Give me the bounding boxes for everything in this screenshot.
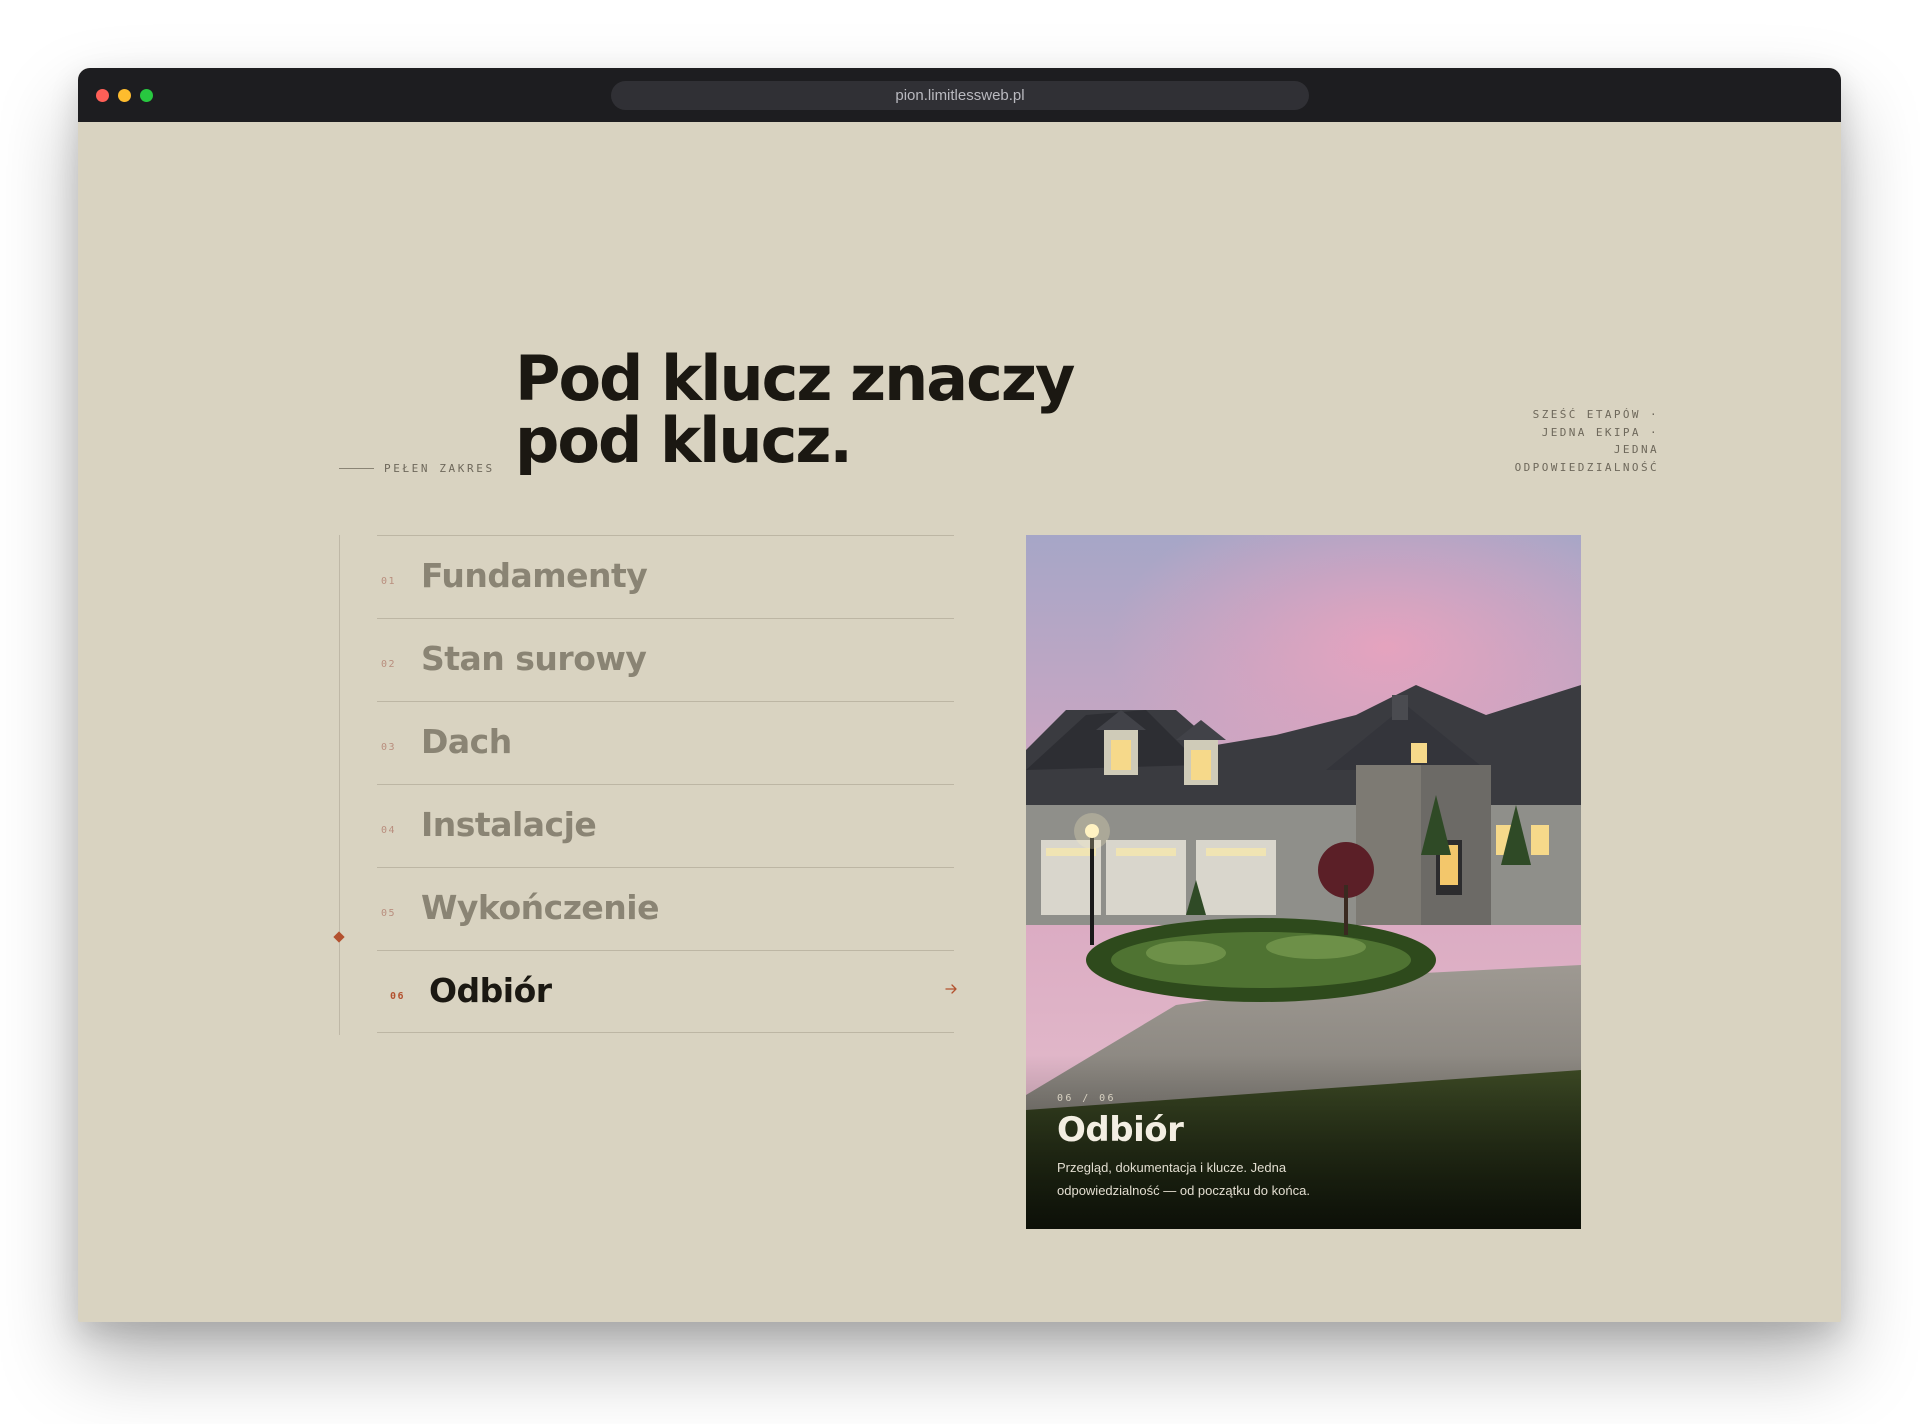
step-number: 06 xyxy=(390,991,406,1002)
tagline-line-2: JEDNA EKIPA · xyxy=(1541,425,1659,439)
browser-window: pion.limitlessweb.pl PEŁEN ZAKRES Pod kl… xyxy=(78,68,1841,1322)
browser-titlebar: pion.limitlessweb.pl xyxy=(78,68,1841,122)
eyebrow-label: PEŁEN ZAKRES xyxy=(384,462,495,475)
step-item-fundamenty[interactable]: 01 Fundamenty xyxy=(377,535,954,618)
eyebrow-rule xyxy=(339,468,374,469)
step-label: Wykończenie xyxy=(421,888,659,927)
step-item-wykonczenie[interactable]: 05 Wykończenie xyxy=(377,867,954,950)
section-heading: Pod klucz znaczy pod klucz. xyxy=(515,348,1215,472)
photo-title: Odbiór xyxy=(1057,1110,1184,1150)
steps-progress-rail xyxy=(339,535,340,1035)
step-label: Instalacje xyxy=(421,805,597,844)
page-content: PEŁEN ZAKRES Pod klucz znaczy pod klucz.… xyxy=(78,122,1841,1322)
step-number: 04 xyxy=(381,825,397,836)
address-bar-url: pion.limitlessweb.pl xyxy=(895,87,1025,104)
arrow-right-icon xyxy=(945,984,957,994)
steps-list: 01 Fundamenty 02 Stan surowy 03 Dach 04 … xyxy=(377,535,957,1033)
photo-description: Przegląd, dokumentacja i klucze. Jedna o… xyxy=(1057,1160,1310,1198)
tagline-line-4: ODPOWIEDZIALNOŚĆ xyxy=(1514,460,1659,474)
step-item-stan-surowy[interactable]: 02 Stan surowy xyxy=(377,618,954,701)
step-number: 05 xyxy=(381,908,397,919)
tagline-line-1: SZEŚĆ ETAPÓW · xyxy=(1532,408,1659,421)
photo-caption: 06 / 06 Odbiór Przegląd, dokumentacja i … xyxy=(1057,1093,1557,1202)
step-label: Stan surowy xyxy=(421,639,647,678)
minimize-window-button[interactable] xyxy=(118,89,131,102)
heading-line-2: pod klucz. xyxy=(515,404,853,477)
step-label: Odbiór xyxy=(429,971,552,1010)
step-label: Dach xyxy=(421,722,512,761)
diamond-marker-icon xyxy=(333,931,345,943)
step-item-odbior[interactable]: 06 Odbiór xyxy=(377,950,957,1033)
step-item-dach[interactable]: 03 Dach xyxy=(377,701,954,784)
photo-step-counter: 06 / 06 xyxy=(1057,1093,1116,1104)
step-number: 03 xyxy=(381,742,397,753)
step-photo-card: 06 / 06 Odbiór Przegląd, dokumentacja i … xyxy=(1026,535,1581,1229)
section-tagline: SZEŚĆ ETAPÓW · JEDNA EKIPA · JEDNA ODPOW… xyxy=(1418,406,1659,476)
step-number: 01 xyxy=(381,576,397,587)
close-window-button[interactable] xyxy=(96,89,109,102)
step-number: 02 xyxy=(381,659,397,670)
step-label: Fundamenty xyxy=(421,556,648,595)
step-item-instalacje[interactable]: 04 Instalacje xyxy=(377,784,954,867)
address-bar[interactable]: pion.limitlessweb.pl xyxy=(611,81,1309,110)
tagline-line-3: JEDNA xyxy=(1613,443,1659,456)
section-eyebrow: PEŁEN ZAKRES xyxy=(339,462,495,475)
maximize-window-button[interactable] xyxy=(140,89,153,102)
